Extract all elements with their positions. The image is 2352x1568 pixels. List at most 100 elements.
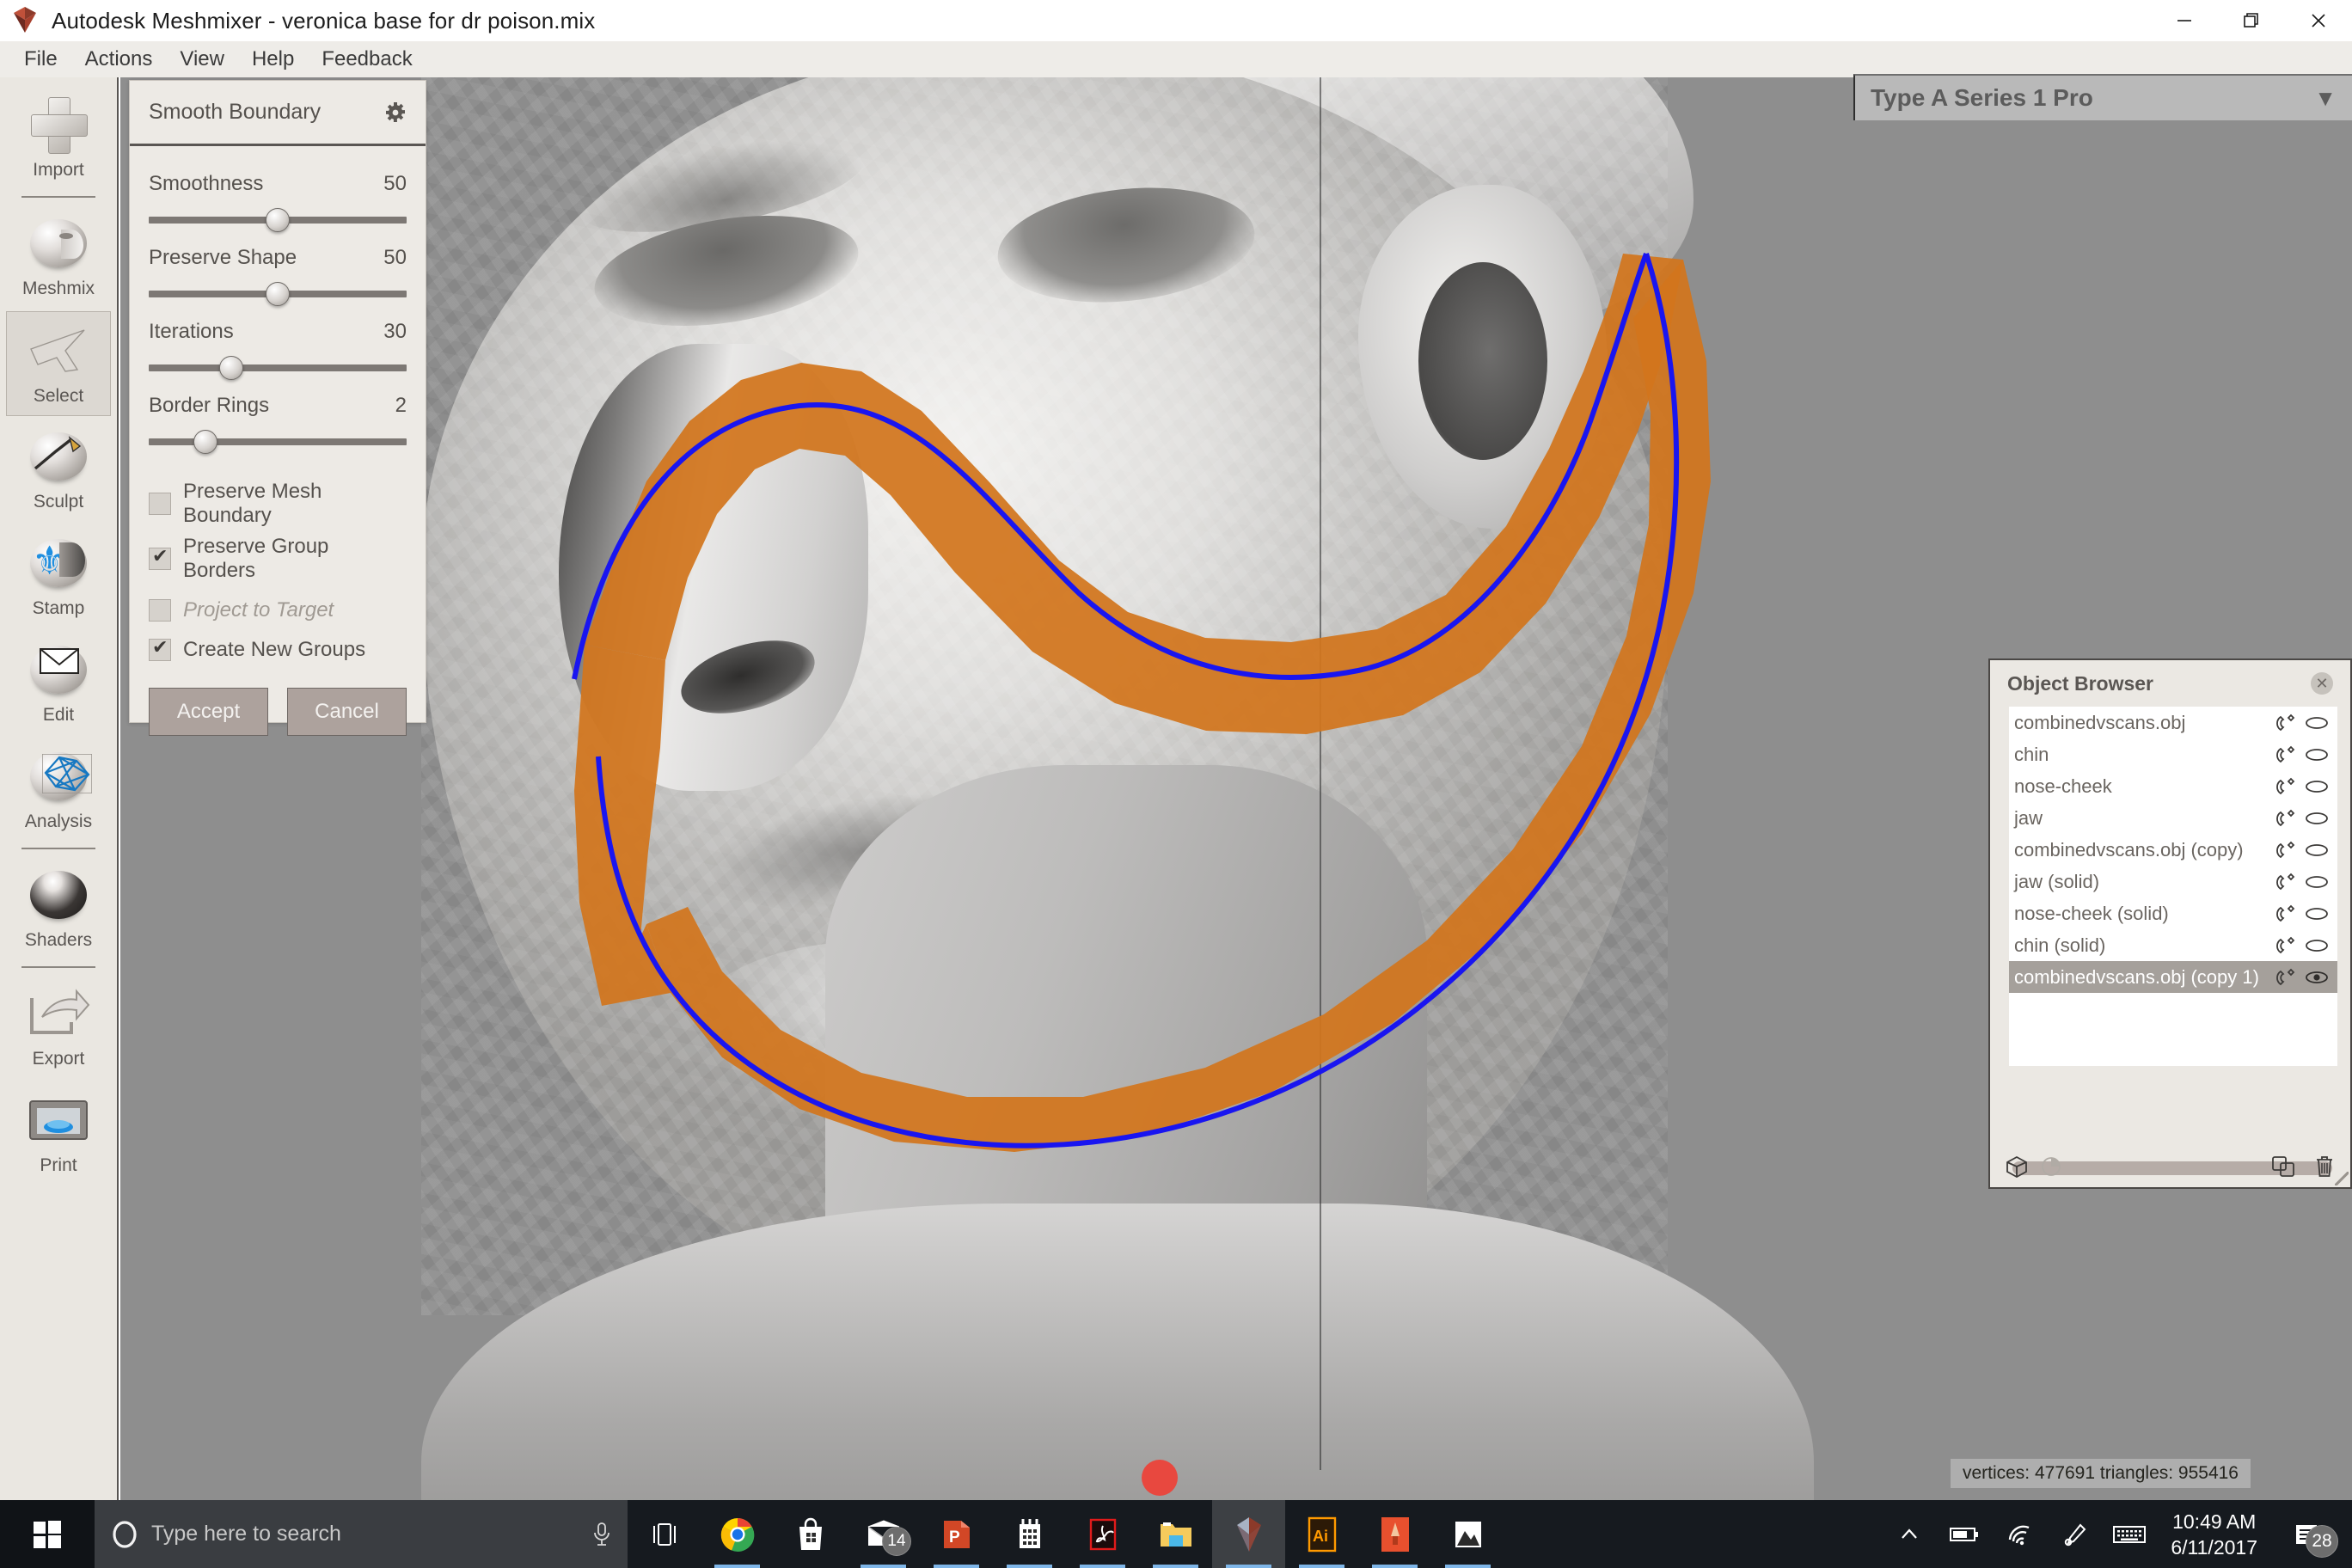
object-list[interactable]: combinedvscans.obj chin nose-cheek jaw c… [2009, 707, 2337, 1066]
checkbox-preserve-mesh-boundary[interactable]: Preserve Mesh Boundary [149, 480, 407, 528]
taskbar-item-task-view[interactable] [628, 1500, 701, 1568]
tool-select[interactable]: Select [6, 311, 111, 416]
chevron-up-icon[interactable] [1882, 1500, 1937, 1568]
taskbar-clock[interactable]: 10:49 AM 6/11/2017 [2157, 1509, 2271, 1560]
eye-icon[interactable] [2301, 742, 2332, 768]
pen-icon[interactable] [2047, 1500, 2102, 1568]
slider-preserve-shape[interactable] [149, 279, 407, 308]
printer-selector[interactable]: Type A Series 1 Pro ▼ [1853, 74, 2352, 120]
taskbar-item-paint-3d[interactable] [1358, 1500, 1431, 1568]
checkbox-label: Project to Target [183, 598, 334, 622]
slider-iterations[interactable] [149, 352, 407, 382]
tool-export[interactable]: Export [6, 975, 111, 1080]
microphone-icon[interactable] [591, 1522, 612, 1547]
magnet-icon[interactable] [2272, 742, 2301, 768]
checkbox-box[interactable] [149, 493, 171, 515]
menu-help[interactable]: Help [238, 46, 308, 73]
menu-view[interactable]: View [166, 46, 238, 73]
trash-icon[interactable] [2314, 1155, 2335, 1178]
close-icon[interactable]: ✕ [2311, 672, 2333, 695]
wifi-icon[interactable] [1992, 1500, 2047, 1568]
battery-icon[interactable] [1937, 1500, 1992, 1568]
tool-import[interactable]: Import [6, 86, 111, 191]
gear-icon[interactable] [384, 101, 407, 124]
eye-icon[interactable] [2301, 805, 2332, 831]
eye-icon[interactable] [2301, 901, 2332, 927]
checkbox-preserve-group-borders[interactable]: Preserve Group Borders [149, 535, 407, 583]
chevron-down-icon[interactable]: ▼ [2314, 85, 2337, 112]
pie-icon[interactable] [2040, 1155, 2062, 1178]
object-row[interactable]: nose-cheek (solid) [2009, 897, 2337, 929]
checkbox-create-new-groups[interactable]: Create New Groups [149, 636, 407, 662]
object-row[interactable]: combinedvscans.obj [2009, 707, 2337, 738]
taskbar-item-adobe-acrobat[interactable] [1066, 1500, 1139, 1568]
menu-actions[interactable]: Actions [71, 46, 167, 73]
eye-icon[interactable] [2301, 933, 2332, 959]
accept-button[interactable]: Accept [149, 688, 268, 736]
taskbar-item-powerpoint[interactable]: P [920, 1500, 993, 1568]
eye-icon[interactable] [2301, 837, 2332, 863]
close-button[interactable] [2285, 0, 2352, 41]
eye-icon[interactable] [2301, 774, 2332, 799]
tool-sculpt[interactable]: Sculpt [6, 418, 111, 523]
action-center-icon[interactable]: 28 [2271, 1500, 2343, 1568]
taskbar-item-file-explorer[interactable] [1139, 1500, 1212, 1568]
checkbox-box[interactable] [149, 636, 171, 661]
object-row[interactable]: nose-cheek [2009, 770, 2337, 802]
object-row[interactable]: chin (solid) [2009, 929, 2337, 961]
windows-start-icon[interactable] [0, 1500, 95, 1568]
object-name: combinedvscans.obj [2014, 711, 2186, 733]
taskbar-item-photos[interactable] [1431, 1500, 1504, 1568]
object-row[interactable]: chin [2009, 738, 2337, 770]
slider-knob[interactable] [219, 356, 243, 380]
slider-knob[interactable] [266, 282, 290, 306]
taskbar-item-adobe-illustrator[interactable]: Ai [1285, 1500, 1358, 1568]
object-row[interactable]: combinedvscans.obj (copy) [2009, 834, 2337, 866]
taskbar-item-calendar[interactable] [993, 1500, 1066, 1568]
taskbar-item-google-chrome[interactable] [701, 1500, 774, 1568]
object-name: combinedvscans.obj (copy 1) [2014, 965, 2259, 988]
tool-shaders[interactable]: Shaders [6, 856, 111, 961]
taskbar-item-microsoft-store[interactable] [774, 1500, 847, 1568]
meshmixer-window: Autodesk Meshmixer - veronica base for d… [0, 0, 2352, 1568]
magnet-icon[interactable] [2272, 869, 2301, 895]
magnet-icon[interactable] [2272, 933, 2301, 959]
magnet-icon[interactable] [2272, 901, 2301, 927]
cube-icon[interactable] [2006, 1155, 2028, 1178]
tool-analysis[interactable]: Analysis [6, 738, 111, 842]
cancel-button[interactable]: Cancel [287, 688, 407, 736]
object-row-selected[interactable]: combinedvscans.obj (copy 1) [2009, 961, 2337, 993]
menu-file[interactable]: File [10, 46, 71, 73]
magnet-icon[interactable] [2272, 965, 2301, 990]
taskbar-item-mail[interactable]: 14 [847, 1500, 920, 1568]
magnet-icon[interactable] [2272, 805, 2301, 831]
magnet-icon[interactable] [2272, 710, 2301, 736]
eye-icon[interactable] [2301, 869, 2332, 895]
object-row[interactable]: jaw (solid) [2009, 866, 2337, 897]
slider-knob[interactable] [266, 208, 290, 232]
slider-smoothness[interactable] [149, 205, 407, 234]
duplicate-icon[interactable] [2271, 1155, 2295, 1178]
slider-border-rings[interactable] [149, 426, 407, 456]
resize-handle[interactable] [2335, 1172, 2349, 1185]
slider-knob[interactable] [193, 430, 217, 454]
maximize-button[interactable] [2218, 0, 2285, 41]
tool-edit[interactable]: Edit [6, 631, 111, 736]
tool-print[interactable]: Print [6, 1081, 111, 1186]
slider-track [149, 438, 407, 445]
param-value: 2 [395, 394, 407, 417]
meshmixer-logo-icon [10, 5, 45, 36]
search-input[interactable]: Type here to search [95, 1500, 628, 1568]
eye-icon[interactable] [2301, 710, 2332, 736]
taskbar-item-meshmixer[interactable] [1212, 1500, 1285, 1568]
object-row[interactable]: jaw [2009, 802, 2337, 834]
tool-meshmix[interactable]: Meshmix [6, 205, 111, 309]
magnet-icon[interactable] [2272, 837, 2301, 863]
eye-icon-visible[interactable] [2301, 965, 2332, 990]
checkbox-box[interactable] [149, 545, 171, 570]
menu-feedback[interactable]: Feedback [308, 46, 426, 73]
magnet-icon[interactable] [2272, 774, 2301, 799]
minimize-button[interactable] [2151, 0, 2218, 41]
tool-stamp[interactable]: ⚜ Stamp [6, 524, 111, 629]
keyboard-icon[interactable] [2102, 1500, 2157, 1568]
